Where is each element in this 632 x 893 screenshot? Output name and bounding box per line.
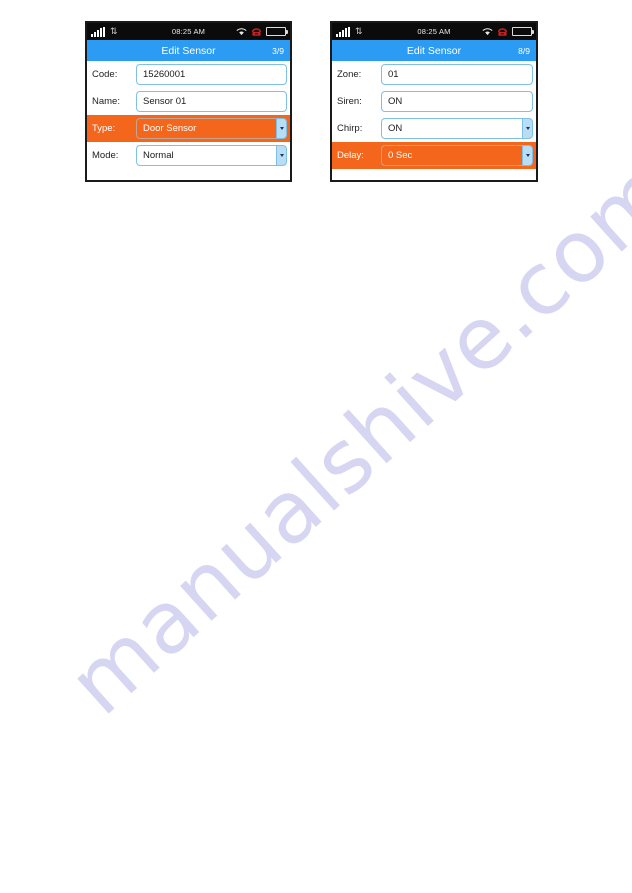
chevron-down-icon[interactable] <box>276 118 287 139</box>
field-wrap-siren: ON <box>381 91 533 112</box>
input-siren[interactable]: ON <box>381 91 533 112</box>
status-bar-right-icons <box>482 27 534 37</box>
label-mode: Mode: <box>92 150 119 161</box>
status-bar-right-icons <box>236 27 288 37</box>
field-wrap-delay: 0 Sec <box>381 145 533 166</box>
field-wrap-mode: Normal <box>136 145 287 166</box>
chevron-down-icon[interactable] <box>522 145 533 166</box>
field-wrap-name: Sensor 01 <box>136 91 287 112</box>
wifi-icon <box>236 28 247 36</box>
label-type: Type: <box>92 123 116 134</box>
form-row-mode[interactable]: Mode: Normal <box>87 142 290 169</box>
telephone-icon <box>251 27 262 36</box>
phone-screenshot-1: ⇅ 08:25 AM Edit Sensor 3/9 Code: 1526000… <box>85 21 292 182</box>
label-chirp: Chirp: <box>337 123 363 134</box>
input-zone[interactable]: 01 <box>381 64 533 85</box>
input-name[interactable]: Sensor 01 <box>136 91 287 112</box>
battery-icon <box>512 27 534 36</box>
form-row-zone: Zone: 01 <box>332 61 536 88</box>
form-row-name: Name: Sensor 01 <box>87 88 290 115</box>
select-delay[interactable]: 0 Sec <box>381 145 522 166</box>
select-mode[interactable]: Normal <box>136 145 276 166</box>
form-area: Code: 15260001 Name: Sensor 01 Type: Doo… <box>87 61 290 169</box>
label-delay: Delay: <box>337 150 364 161</box>
page-title: Edit Sensor <box>161 44 216 57</box>
page-indicator: 3/9 <box>272 45 284 56</box>
label-name: Name: <box>92 96 120 107</box>
phone-screenshot-2: ⇅ 08:25 AM Edit Sensor 8/9 Zone: 01 Sire… <box>330 21 538 182</box>
field-wrap-code: 15260001 <box>136 64 287 85</box>
select-type[interactable]: Door Sensor <box>136 118 276 139</box>
label-code: Code: <box>92 69 118 80</box>
wifi-icon <box>482 28 493 36</box>
form-row-type[interactable]: Type: Door Sensor <box>87 115 290 142</box>
form-row-chirp[interactable]: Chirp: ON <box>332 115 536 142</box>
page-indicator: 8/9 <box>518 45 530 56</box>
select-chirp[interactable]: ON <box>381 118 522 139</box>
form-row-code: Code: 15260001 <box>87 61 290 88</box>
field-wrap-type: Door Sensor <box>136 118 287 139</box>
form-area: Zone: 01 Siren: ON Chirp: ON Delay: 0 Se… <box>332 61 536 169</box>
title-bar: Edit Sensor 3/9 <box>87 40 290 61</box>
chevron-down-icon[interactable] <box>276 145 287 166</box>
watermark-text: manualshive.com <box>50 141 632 735</box>
title-bar: Edit Sensor 8/9 <box>332 40 536 61</box>
field-wrap-zone: 01 <box>381 64 533 85</box>
chevron-down-icon[interactable] <box>522 118 533 139</box>
status-bar: ⇅ 08:25 AM <box>87 23 290 40</box>
field-wrap-chirp: ON <box>381 118 533 139</box>
label-zone: Zone: <box>337 69 362 80</box>
form-row-siren: Siren: ON <box>332 88 536 115</box>
status-bar: ⇅ 08:25 AM <box>332 23 536 40</box>
page-title: Edit Sensor <box>406 44 462 57</box>
input-code[interactable]: 15260001 <box>136 64 287 85</box>
label-siren: Siren: <box>337 96 362 107</box>
telephone-icon <box>497 27 508 36</box>
battery-icon <box>266 27 288 36</box>
form-row-delay[interactable]: Delay: 0 Sec <box>332 142 536 169</box>
